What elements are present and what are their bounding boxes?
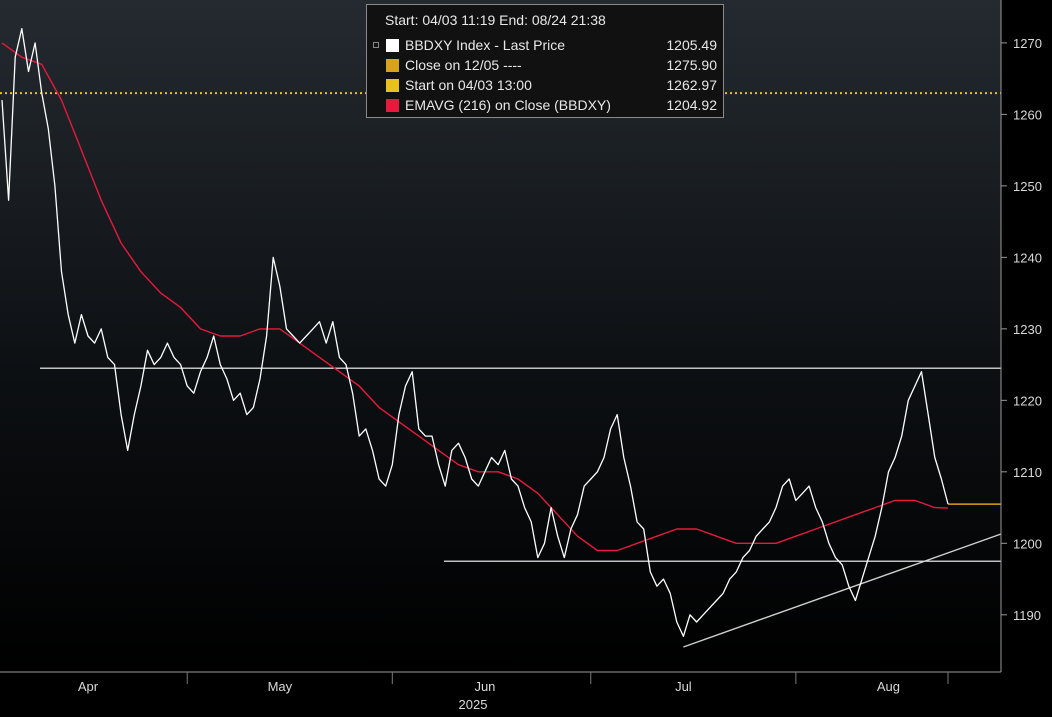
y-tick-label: 1190 bbox=[1013, 608, 1041, 623]
y-tick-label: 1240 bbox=[1013, 250, 1042, 265]
y-tick-label: 1230 bbox=[1013, 322, 1042, 337]
legend-row-last-price[interactable]: BBDXY Index - Last Price 1205.49 bbox=[373, 36, 717, 56]
legend-swatch-emavg bbox=[386, 99, 399, 112]
x-month-label: Aug bbox=[877, 679, 900, 694]
y-tick-label: 1260 bbox=[1013, 107, 1042, 122]
y-tick-label: 1220 bbox=[1013, 393, 1042, 408]
legend-value: 1205.49 bbox=[666, 37, 717, 53]
y-tick-label: 1210 bbox=[1013, 465, 1042, 480]
x-month-label: Jul bbox=[675, 679, 692, 694]
legend-label: Start on 04/03 13:00 bbox=[405, 77, 532, 93]
legend-row-start[interactable]: Start on 04/03 13:00 1262.97 bbox=[373, 76, 717, 96]
legend-value: 1275.90 bbox=[666, 57, 717, 73]
collapse-box-icon[interactable] bbox=[373, 42, 379, 48]
y-tick-label: 1250 bbox=[1013, 179, 1042, 194]
legend-label: EMAVG (216) on Close (BBDXY) bbox=[405, 97, 611, 113]
legend-swatch-close bbox=[386, 59, 399, 72]
legend-swatch-start bbox=[386, 79, 399, 92]
x-month-label: Jun bbox=[474, 679, 495, 694]
legend-value: 1262.97 bbox=[666, 77, 717, 93]
legend-swatch-last-price bbox=[386, 39, 399, 52]
legend-box: Start: 04/03 11:19 End: 08/24 21:38 BBDX… bbox=[366, 4, 724, 118]
y-tick-label: 1270 bbox=[1013, 36, 1042, 51]
x-month-label: Apr bbox=[78, 679, 99, 694]
x-month-label: May bbox=[268, 679, 293, 694]
x-axis-year-label: 2025 bbox=[459, 697, 488, 712]
chart-stage: 1190 1200 1210 1220 1230 1240 1250 1260 1270 Apr… bbox=[0, 0, 1052, 717]
legend-label: Close on 12/05 ---- bbox=[405, 57, 522, 73]
legend-row-close[interactable]: Close on 12/05 ---- 1275.90 bbox=[373, 56, 717, 76]
legend-value: 1204.92 bbox=[666, 97, 717, 113]
y-tick-label: 1200 bbox=[1013, 536, 1042, 551]
legend-label: BBDXY Index - Last Price bbox=[405, 37, 566, 53]
legend-header: Start: 04/03 11:19 End: 08/24 21:38 bbox=[385, 12, 606, 28]
legend-row-emavg[interactable]: EMAVG (216) on Close (BBDXY) 1204.92 bbox=[373, 96, 717, 116]
